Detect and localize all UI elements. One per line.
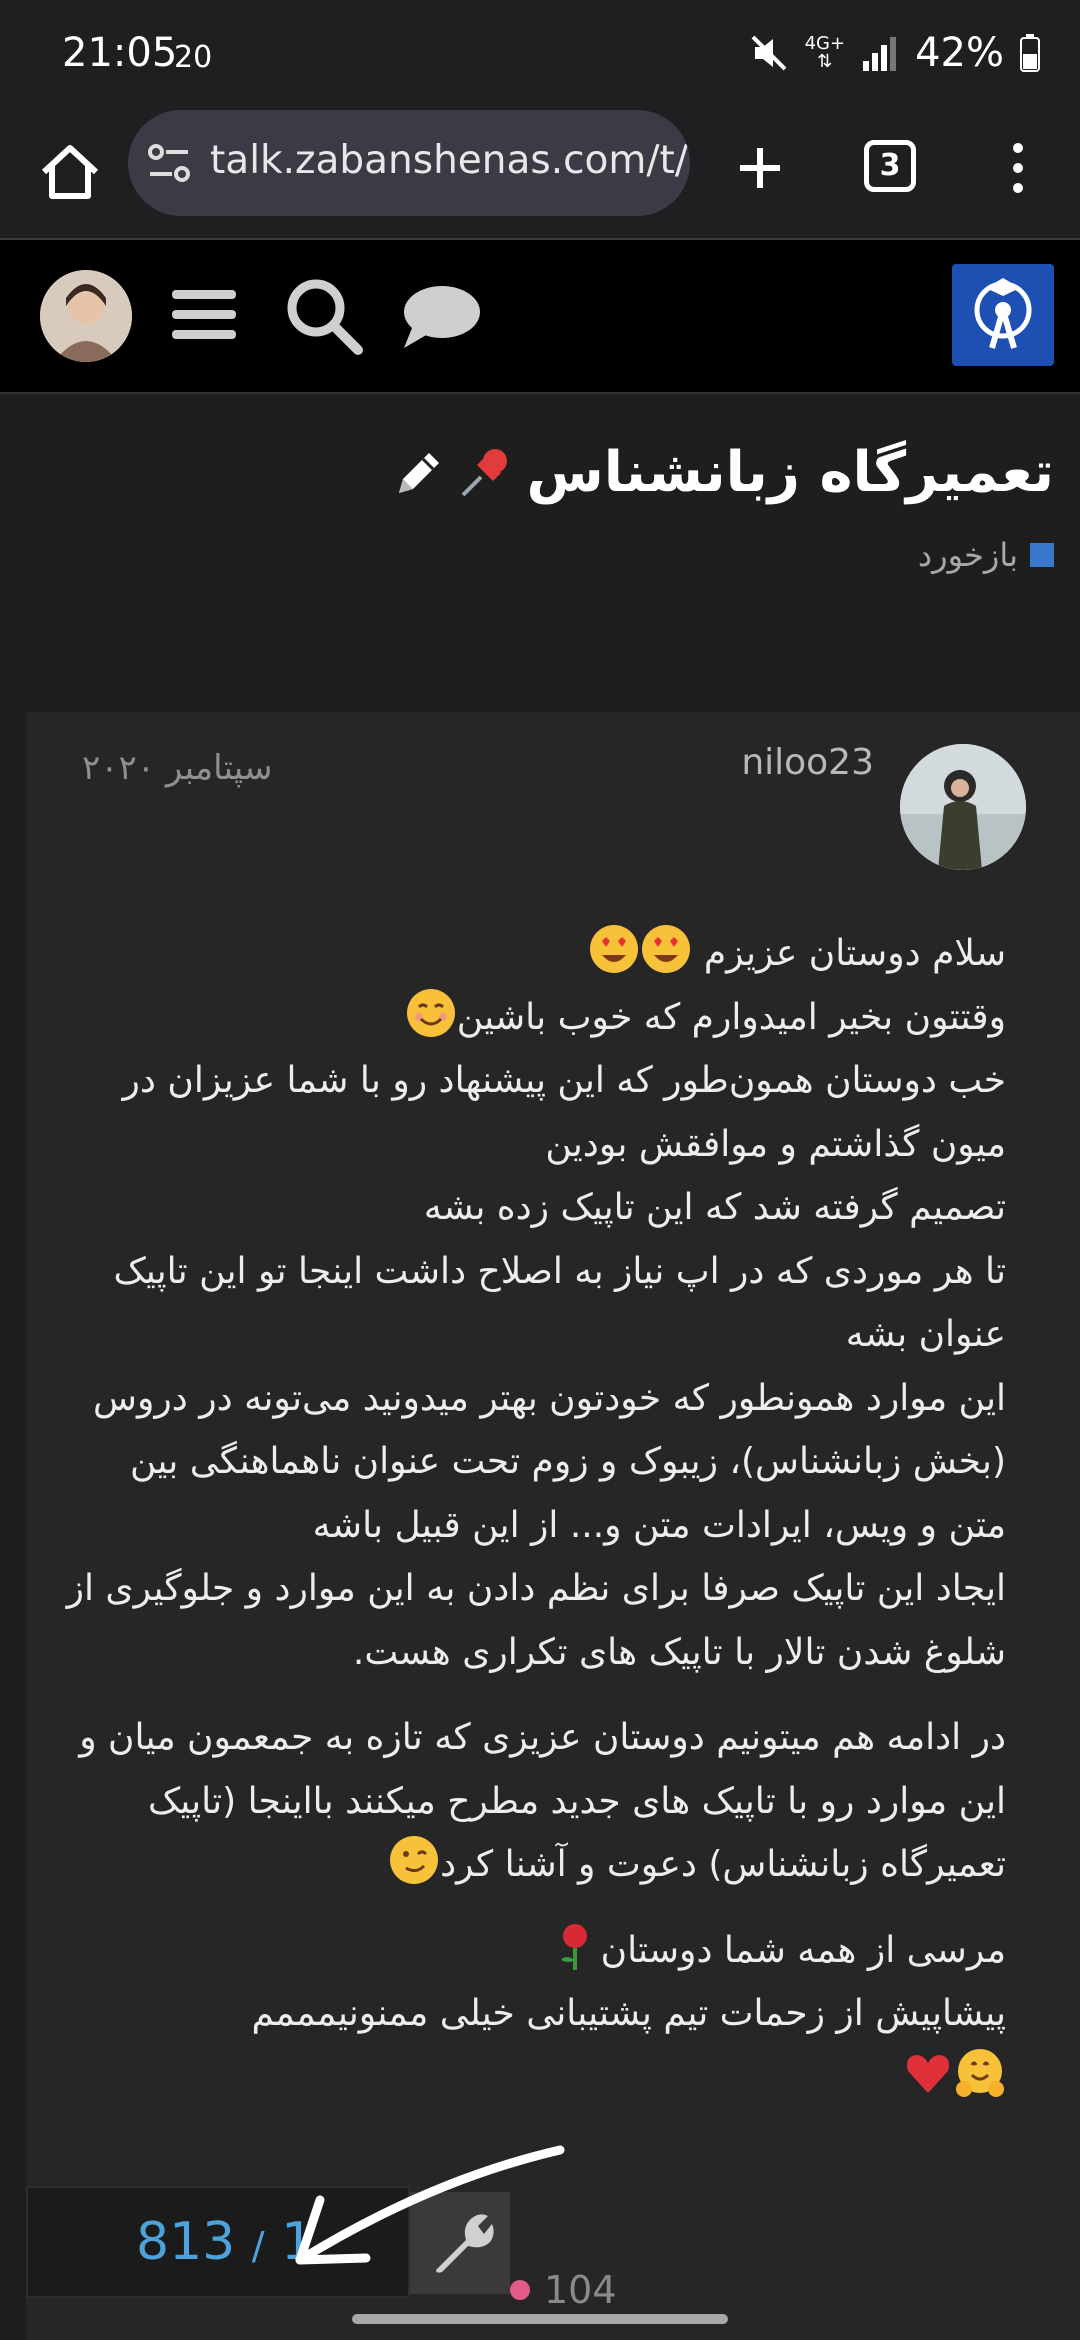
user-avatar[interactable] bbox=[40, 270, 132, 362]
battery-icon bbox=[1020, 34, 1040, 72]
url-text[interactable]: talk.zabanshenas.com/t/ bbox=[210, 138, 688, 183]
topic-title-text: تعمیرگاه زبانشناس bbox=[526, 440, 1055, 505]
post-paragraph-2: در ادامه هم میتونیم دوستان عزیزی که تازه… bbox=[66, 1706, 1006, 1897]
url-bar[interactable]: talk.zabanshenas.com/t/ bbox=[128, 110, 690, 216]
post-paragraph-1: سلام دوستان عزیزم وقتتون بخیر امیدوارم ک… bbox=[66, 922, 1006, 1684]
network-icon: 4G+ ⇅ bbox=[804, 33, 846, 72]
like-count: 104 bbox=[544, 2268, 617, 2312]
new-tab-icon[interactable] bbox=[728, 136, 792, 200]
poster-avatar[interactable] bbox=[900, 744, 1026, 870]
post-paragraph-3: مرسی از همه شما دوستان پیشاپیش از زحمات … bbox=[66, 1919, 1006, 2110]
heart-eyes-emoji-icon bbox=[590, 925, 639, 973]
mute-icon bbox=[751, 35, 787, 71]
page-title: تعمیرگاه زبانشناس bbox=[391, 440, 1055, 505]
post-line: وقتتون بخیر امیدوارم که خوب باشین bbox=[456, 996, 1006, 1038]
winking-emoji-icon bbox=[390, 1836, 439, 1884]
post-line: پیشاپیش از زحمات تیم پشتیبانی خیلی ممنون… bbox=[251, 1993, 1006, 2034]
red-heart-emoji-icon bbox=[907, 2054, 949, 2093]
progress-current: 1 bbox=[281, 2212, 315, 2272]
post-line: تصمیم گرفته شد که این تاپیک زده بشه bbox=[423, 1187, 1006, 1228]
category-color-swatch bbox=[1030, 543, 1054, 567]
search-icon[interactable] bbox=[282, 274, 366, 358]
progress-text[interactable]: 813 / 1 bbox=[136, 2212, 314, 2272]
battery-percent: 42% bbox=[915, 30, 1004, 76]
post-body: سلام دوستان عزیزم وقتتون بخیر امیدوارم ک… bbox=[66, 922, 1006, 2131]
more-menu-icon[interactable] bbox=[1000, 136, 1036, 200]
rose-emoji-icon bbox=[560, 1923, 587, 1970]
gesture-handle[interactable] bbox=[352, 2314, 728, 2324]
progress-separator: / bbox=[251, 2224, 265, 2268]
browser-toolbar: talk.zabanshenas.com/t/ 3 bbox=[0, 110, 1080, 240]
network-type: 4G+ bbox=[804, 33, 846, 54]
hamburger-menu-icon[interactable] bbox=[170, 286, 238, 344]
site-logo[interactable] bbox=[952, 264, 1054, 366]
post-line: مرسی از همه شما دوستان bbox=[600, 1929, 1006, 1971]
admin-wrench-button[interactable] bbox=[410, 2192, 510, 2294]
home-icon[interactable] bbox=[34, 136, 106, 208]
post-line: تا هر موردی که در اپ نیاز به اصلاح داشت … bbox=[113, 1250, 1006, 1356]
hugging-emoji-icon bbox=[956, 2048, 1004, 2097]
post-line: در ادامه هم میتونیم دوستان عزیزی که تازه… bbox=[79, 1717, 1006, 1885]
signal-icon bbox=[863, 37, 897, 71]
smiling-emoji-icon bbox=[406, 988, 455, 1037]
topic-progress[interactable]: 813 / 1 bbox=[26, 2186, 410, 2298]
chat-icon[interactable] bbox=[398, 280, 482, 352]
post-line: ایجاد این تاپیک صرفا برای نظم دادن به ای… bbox=[66, 1568, 1006, 1673]
status-bar: 21:05 20 4G+ ⇅ 42% bbox=[0, 0, 1080, 110]
post-card: niloo23 سپتامبر ۲۰۲۰ سلام دوستان عزیزم و… bbox=[26, 712, 1080, 2340]
post-username[interactable]: niloo23 bbox=[741, 742, 874, 783]
progress-total: 813 bbox=[136, 2212, 236, 2272]
post-line: سلام دوستان عزیزم bbox=[703, 933, 1006, 974]
tab-switcher-button[interactable]: 3 bbox=[864, 140, 916, 192]
wrench-icon bbox=[436, 2214, 494, 2273]
post-line: خب دوستان همون‌طور که این پیشنهاد رو با … bbox=[122, 1060, 1006, 1165]
category-label[interactable]: بازخورد bbox=[918, 536, 1018, 574]
heart-eyes-emoji-icon bbox=[642, 925, 691, 973]
post-date[interactable]: سپتامبر ۲۰۲۰ bbox=[82, 748, 272, 788]
site-header bbox=[0, 240, 1080, 394]
category-badge[interactable]: بازخورد bbox=[918, 536, 1054, 574]
post-line: این موارد همونطور که خودتون بهتر میدونید… bbox=[93, 1377, 1006, 1546]
like-counter[interactable]: 104 bbox=[510, 2268, 617, 2312]
like-icon bbox=[510, 2280, 530, 2300]
status-time: 21:05 bbox=[62, 30, 178, 76]
status-seconds: 20 bbox=[174, 40, 213, 75]
pencil-icon bbox=[398, 452, 439, 493]
site-settings-icon[interactable] bbox=[146, 142, 192, 184]
pin-icon bbox=[461, 448, 507, 496]
